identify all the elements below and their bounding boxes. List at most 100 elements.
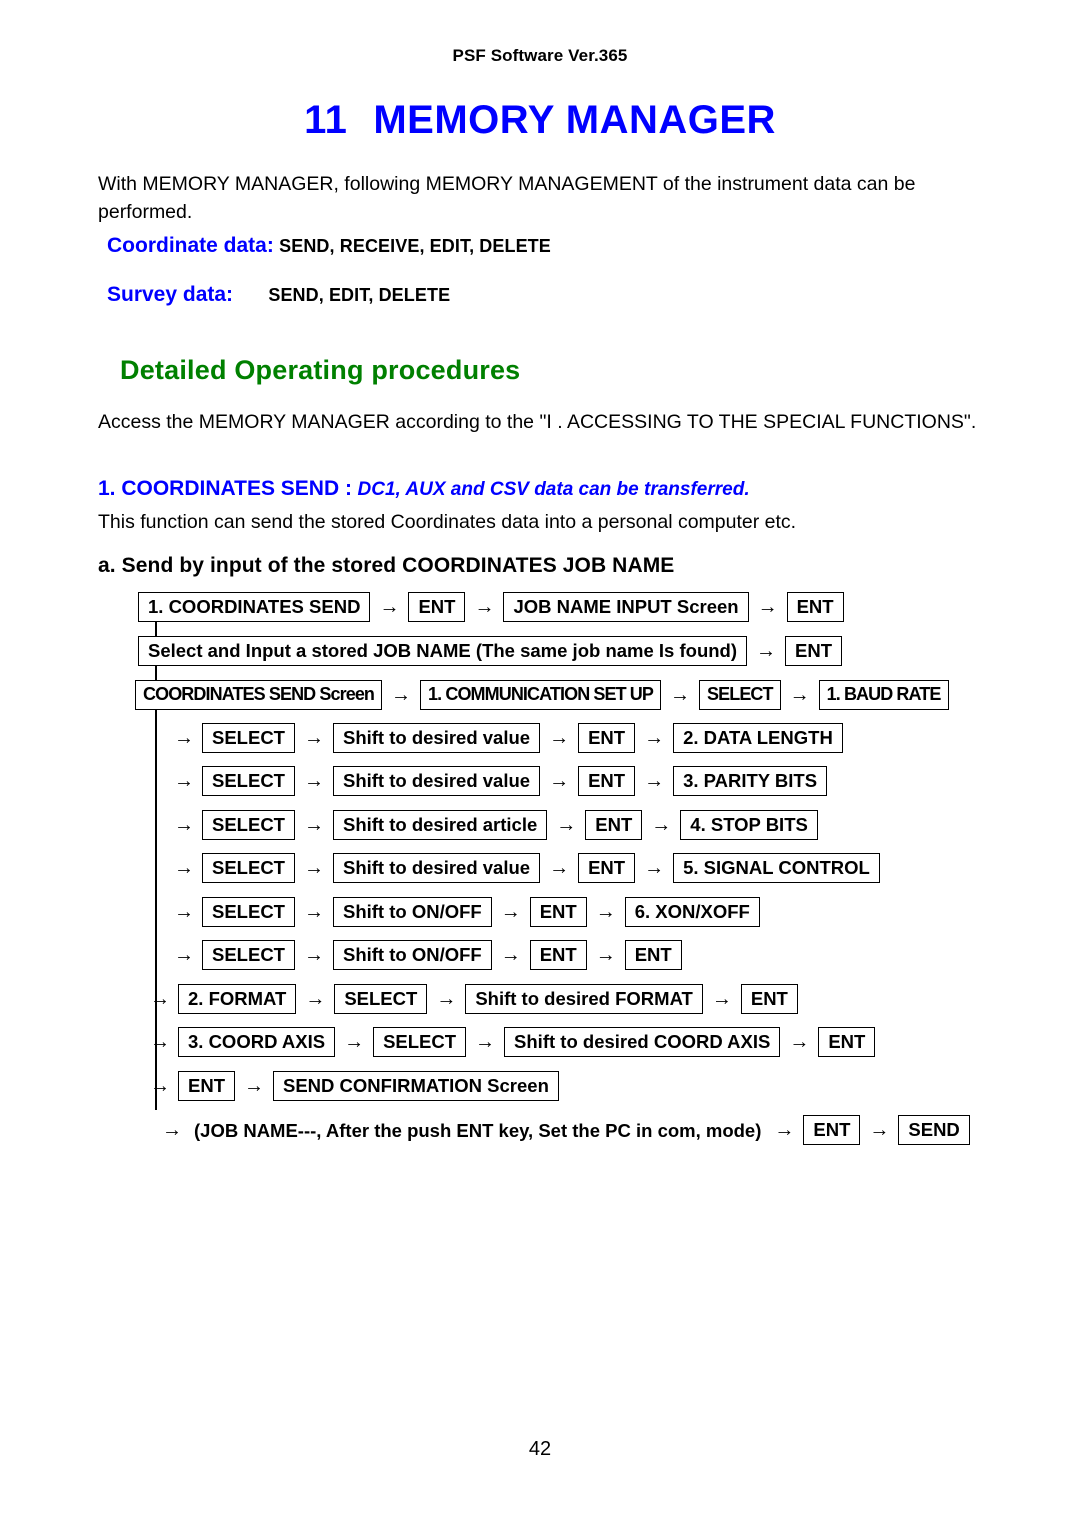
arrow-right-icon: → [162, 1118, 182, 1141]
procedure-sub-heading: a. Send by input of the stored COORDINAT… [98, 554, 675, 577]
coordinate-data-label: Coordinate data: [107, 234, 274, 257]
arrow-right-icon: → [757, 595, 778, 618]
flow-step-box: ENT [578, 766, 636, 796]
survey-data-label: Survey data: [107, 283, 234, 306]
arrow-right-icon: → [869, 1118, 890, 1141]
page-title: 11 MEMORY MANAGER [0, 98, 1080, 143]
flow-step-box: ENT [178, 1071, 235, 1101]
arrow-right-icon: → [303, 813, 324, 836]
flow-step-box: COORDINATES SEND Screen [135, 680, 383, 710]
flow-step-box: ENT [578, 853, 636, 883]
survey-data-value: SEND, EDIT, DELETE [268, 285, 451, 305]
flow-step-box: ENT [624, 940, 682, 970]
flow-step-box: ENT [408, 592, 466, 622]
arrow-right-icon: → [595, 900, 616, 923]
flow-note-text: (JOB NAME---, After the push ENT key, Se… [194, 1119, 762, 1141]
flow-step-box: 2. FORMAT [178, 984, 297, 1014]
flow-step-box: ENT [803, 1115, 861, 1145]
arrow-right-icon: → [670, 683, 691, 706]
arrow-right-icon: → [500, 900, 521, 923]
flow-step-box: 1. BAUD RATE [818, 680, 949, 710]
flow-step-box: 2. DATA LENGTH [673, 723, 843, 753]
flow-row: → SELECT → Shift to desired value → ENT → 2. DA… [172, 723, 843, 753]
flow-row: → SELECT → Shift to ON/OFF → ENT → ENT [172, 940, 682, 970]
procedure-description: This function can send the stored Coordi… [98, 511, 797, 533]
flow-row: → 2. FORMAT → SELECT → Shift to desired FORMA… [148, 984, 798, 1014]
arrow-right-icon: → [303, 900, 324, 923]
flow-row: → SELECT → Shift to ON/OFF → ENT → 6. XON/XOFF [172, 897, 760, 927]
procedure-heading: 1. COORDINATES SEND : DC1, AUX and CSV d… [98, 477, 750, 501]
procedure-heading-italic: DC1, AUX and CSV data can be transferred… [357, 479, 750, 500]
arrow-right-icon: → [303, 769, 324, 792]
coordinate-data-value: SEND, RECEIVE, EDIT, DELETE [279, 236, 551, 256]
flow-step-box: 3. PARITY BITS [673, 766, 828, 796]
flow-step-box: ENT [578, 723, 636, 753]
flow-step-box: Shift to desired value [332, 853, 541, 883]
flow-step-box: 3. COORD AXIS [178, 1027, 336, 1057]
flow-row: COORDINATES SEND Screen → 1. COMMUNICATION… [135, 680, 949, 710]
flow-step-box: ENT [818, 1027, 876, 1057]
intro-paragraph: With MEMORY MANAGER, following MEMORY MA… [98, 173, 916, 223]
flow-row: → 3. COORD AXIS → SELECT → Shift to desired C… [148, 1027, 876, 1057]
flow-step-box: JOB NAME INPUT Screen [503, 592, 749, 622]
flow-step-box: Shift to desired FORMAT [465, 984, 703, 1014]
arrow-right-icon: → [500, 943, 521, 966]
arrow-right-icon: → [303, 726, 324, 749]
flow-step-box: ENT [585, 810, 643, 840]
arrow-right-icon: → [774, 1118, 795, 1141]
flow-step-box: SELECT [699, 680, 781, 710]
flow-step-box: SELECT [202, 810, 295, 840]
arrow-right-icon: → [644, 856, 665, 879]
arrow-right-icon: → [174, 726, 194, 749]
flow-step-box: SELECT [334, 984, 428, 1014]
arrow-right-icon: → [150, 1074, 170, 1097]
arrow-right-icon: → [644, 769, 665, 792]
flow-step-box: ENT [785, 636, 843, 666]
flow-step-box: 5. SIGNAL CONTROL [673, 853, 880, 883]
access-paragraph: Access the MEMORY MANAGER according to t… [98, 411, 977, 433]
arrow-right-icon: → [595, 943, 616, 966]
arrow-right-icon: → [303, 856, 324, 879]
flow-step-box: Shift to ON/OFF [332, 940, 492, 970]
arrow-right-icon: → [174, 856, 194, 879]
arrow-right-icon: → [391, 683, 412, 706]
flow-step-box: 4. STOP BITS [680, 810, 818, 840]
document-page: PSF Software Ver.365 11 MEMORY MANAGER Wi… [0, 0, 1080, 1528]
flow-step-box: SELECT [202, 766, 295, 796]
flow-step-box: Shift to desired value [332, 723, 541, 753]
arrow-right-icon: → [150, 987, 170, 1010]
flow-step-box: SELECT [202, 897, 295, 927]
flow-row: → ENT → SEND CONFIRMATION Screen [148, 1071, 559, 1101]
flow-step-box: Shift to desired article [332, 810, 548, 840]
arrow-right-icon: → [150, 1030, 170, 1053]
procedure-heading-main: 1. COORDINATES SEND : [98, 477, 352, 500]
flow-step-box: ENT [529, 897, 587, 927]
arrow-right-icon: → [174, 900, 194, 923]
arrow-right-icon: → [549, 769, 570, 792]
chapter-number: 11 [304, 98, 348, 142]
flow-step-box: Shift to ON/OFF [332, 897, 492, 927]
flow-row: 1. COORDINATES SEND → ENT → JOB NAME INPUT S… [138, 592, 844, 622]
arrow-right-icon: → [756, 639, 777, 662]
flow-row: → SELECT → Shift to desired value → ENT → 5. SI… [172, 853, 880, 883]
flow-step-box: ENT [740, 984, 798, 1014]
arrow-right-icon: → [651, 813, 672, 836]
section-heading: Detailed Operating procedures [120, 355, 521, 385]
arrow-right-icon: → [436, 987, 457, 1010]
flow-step-box: 6. XON/XOFF [624, 897, 760, 927]
arrow-right-icon: → [305, 987, 326, 1010]
flow-step-box: SELECT [373, 1027, 467, 1057]
arrow-right-icon: → [174, 943, 194, 966]
flow-row: → (JOB NAME---, After the push ENT key, S… [160, 1115, 970, 1145]
arrow-right-icon: → [549, 856, 570, 879]
flow-row: → SELECT → Shift to desired article → ENT → 4. … [172, 810, 818, 840]
flow-step-box: SELECT [202, 940, 295, 970]
flow-row: Select and Input a stored JOB NAME (The … [138, 636, 843, 666]
arrow-right-icon: → [379, 595, 400, 618]
arrow-right-icon: → [303, 943, 324, 966]
arrow-right-icon: → [174, 769, 194, 792]
arrow-right-icon: → [711, 987, 732, 1010]
arrow-right-icon: → [789, 1030, 810, 1053]
flow-step-box: SELECT [202, 723, 295, 753]
arrow-right-icon: → [475, 1030, 496, 1053]
